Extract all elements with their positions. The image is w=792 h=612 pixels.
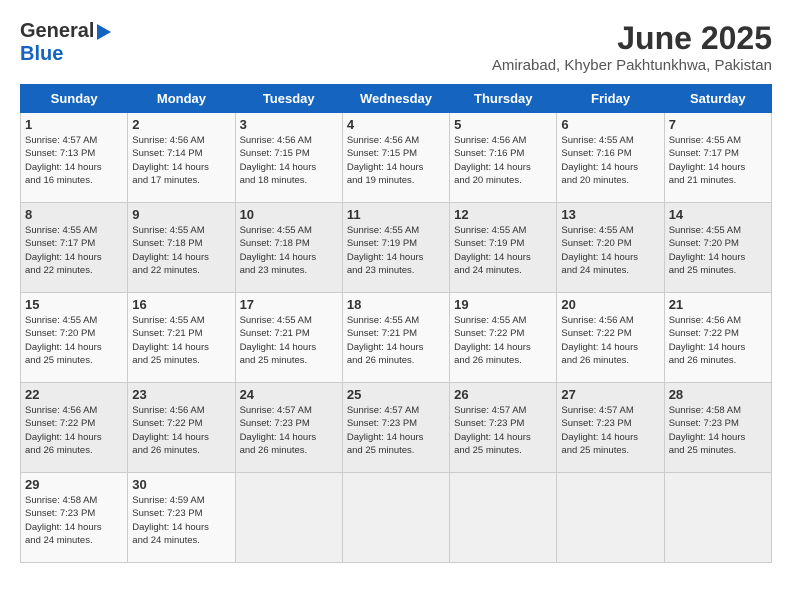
day-cell-8: 8Sunrise: 4:55 AM Sunset: 7:17 PM Daylig… bbox=[21, 203, 128, 293]
week-row-1: 1Sunrise: 4:57 AM Sunset: 7:13 PM Daylig… bbox=[21, 113, 772, 203]
day-cell-18: 18Sunrise: 4:55 AM Sunset: 7:21 PM Dayli… bbox=[342, 293, 449, 383]
day-cell-empty bbox=[235, 473, 342, 563]
header-row: SundayMondayTuesdayWednesdayThursdayFrid… bbox=[21, 85, 772, 113]
day-cell-7: 7Sunrise: 4:55 AM Sunset: 7:17 PM Daylig… bbox=[664, 113, 771, 203]
calendar-body: 1Sunrise: 4:57 AM Sunset: 7:13 PM Daylig… bbox=[21, 113, 772, 563]
day-cell-29: 29Sunrise: 4:58 AM Sunset: 7:23 PM Dayli… bbox=[21, 473, 128, 563]
title-area: June 2025 Amirabad, Khyber Pakhtunkhwa, … bbox=[492, 20, 772, 74]
day-cell-5: 5Sunrise: 4:56 AM Sunset: 7:16 PM Daylig… bbox=[450, 113, 557, 203]
day-cell-2: 2Sunrise: 4:56 AM Sunset: 7:14 PM Daylig… bbox=[128, 113, 235, 203]
day-cell-23: 23Sunrise: 4:56 AM Sunset: 7:22 PM Dayli… bbox=[128, 383, 235, 473]
day-cell-empty bbox=[342, 473, 449, 563]
day-cell-9: 9Sunrise: 4:55 AM Sunset: 7:18 PM Daylig… bbox=[128, 203, 235, 293]
day-cell-12: 12Sunrise: 4:55 AM Sunset: 7:19 PM Dayli… bbox=[450, 203, 557, 293]
logo: General Blue bbox=[20, 20, 111, 66]
logo-general-text: General bbox=[20, 20, 94, 43]
week-row-3: 15Sunrise: 4:55 AM Sunset: 7:20 PM Dayli… bbox=[21, 293, 772, 383]
location-title: Amirabad, Khyber Pakhtunkhwa, Pakistan bbox=[492, 57, 772, 74]
week-row-2: 8Sunrise: 4:55 AM Sunset: 7:17 PM Daylig… bbox=[21, 203, 772, 293]
day-cell-27: 27Sunrise: 4:57 AM Sunset: 7:23 PM Dayli… bbox=[557, 383, 664, 473]
month-title: June 2025 bbox=[492, 20, 772, 57]
day-cell-14: 14Sunrise: 4:55 AM Sunset: 7:20 PM Dayli… bbox=[664, 203, 771, 293]
header-day-wednesday: Wednesday bbox=[342, 85, 449, 113]
day-cell-1: 1Sunrise: 4:57 AM Sunset: 7:13 PM Daylig… bbox=[21, 113, 128, 203]
day-cell-25: 25Sunrise: 4:57 AM Sunset: 7:23 PM Dayli… bbox=[342, 383, 449, 473]
day-cell-16: 16Sunrise: 4:55 AM Sunset: 7:21 PM Dayli… bbox=[128, 293, 235, 383]
header-day-thursday: Thursday bbox=[450, 85, 557, 113]
day-cell-6: 6Sunrise: 4:55 AM Sunset: 7:16 PM Daylig… bbox=[557, 113, 664, 203]
day-cell-28: 28Sunrise: 4:58 AM Sunset: 7:23 PM Dayli… bbox=[664, 383, 771, 473]
day-cell-22: 22Sunrise: 4:56 AM Sunset: 7:22 PM Dayli… bbox=[21, 383, 128, 473]
day-cell-13: 13Sunrise: 4:55 AM Sunset: 7:20 PM Dayli… bbox=[557, 203, 664, 293]
day-cell-10: 10Sunrise: 4:55 AM Sunset: 7:18 PM Dayli… bbox=[235, 203, 342, 293]
day-cell-11: 11Sunrise: 4:55 AM Sunset: 7:19 PM Dayli… bbox=[342, 203, 449, 293]
day-cell-empty bbox=[450, 473, 557, 563]
day-cell-21: 21Sunrise: 4:56 AM Sunset: 7:22 PM Dayli… bbox=[664, 293, 771, 383]
day-cell-empty bbox=[557, 473, 664, 563]
header: General Blue June 2025 Amirabad, Khyber … bbox=[20, 20, 772, 74]
day-cell-20: 20Sunrise: 4:56 AM Sunset: 7:22 PM Dayli… bbox=[557, 293, 664, 383]
day-cell-19: 19Sunrise: 4:55 AM Sunset: 7:22 PM Dayli… bbox=[450, 293, 557, 383]
day-cell-15: 15Sunrise: 4:55 AM Sunset: 7:20 PM Dayli… bbox=[21, 293, 128, 383]
calendar-header: SundayMondayTuesdayWednesdayThursdayFrid… bbox=[21, 85, 772, 113]
calendar: SundayMondayTuesdayWednesdayThursdayFrid… bbox=[20, 84, 772, 563]
day-cell-3: 3Sunrise: 4:56 AM Sunset: 7:15 PM Daylig… bbox=[235, 113, 342, 203]
header-day-tuesday: Tuesday bbox=[235, 85, 342, 113]
day-cell-17: 17Sunrise: 4:55 AM Sunset: 7:21 PM Dayli… bbox=[235, 293, 342, 383]
logo-arrow-icon bbox=[97, 24, 111, 40]
header-day-monday: Monday bbox=[128, 85, 235, 113]
day-cell-4: 4Sunrise: 4:56 AM Sunset: 7:15 PM Daylig… bbox=[342, 113, 449, 203]
day-cell-24: 24Sunrise: 4:57 AM Sunset: 7:23 PM Dayli… bbox=[235, 383, 342, 473]
day-cell-empty bbox=[664, 473, 771, 563]
day-cell-26: 26Sunrise: 4:57 AM Sunset: 7:23 PM Dayli… bbox=[450, 383, 557, 473]
header-day-sunday: Sunday bbox=[21, 85, 128, 113]
week-row-4: 22Sunrise: 4:56 AM Sunset: 7:22 PM Dayli… bbox=[21, 383, 772, 473]
header-day-saturday: Saturday bbox=[664, 85, 771, 113]
header-day-friday: Friday bbox=[557, 85, 664, 113]
logo-blue-text: Blue bbox=[20, 43, 63, 66]
week-row-5: 29Sunrise: 4:58 AM Sunset: 7:23 PM Dayli… bbox=[21, 473, 772, 563]
day-cell-30: 30Sunrise: 4:59 AM Sunset: 7:23 PM Dayli… bbox=[128, 473, 235, 563]
